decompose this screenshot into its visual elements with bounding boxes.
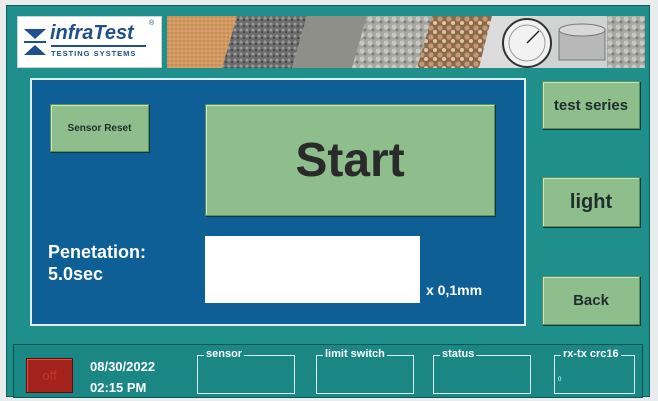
penetration-readout: Penetation: 5.0sec [48, 241, 146, 285]
penetration-depth-field[interactable] [205, 236, 420, 303]
app-frame: infraTest ® TESTING SYSTEMS Sensor Reset… [6, 5, 650, 398]
brand-logo: infraTest ® TESTING SYSTEMS [17, 16, 162, 68]
start-button[interactable]: Start [205, 104, 495, 216]
time-display: 02:15 PM [90, 380, 147, 395]
penetration-value: 5.0sec [48, 264, 104, 284]
rx-tx-crc16-group-label: rx-tx crc16 [561, 348, 621, 360]
material-samples-banner-icon [167, 16, 645, 68]
logo-name: infraTest [50, 22, 134, 44]
date-display: 08/30/2022 [90, 359, 156, 374]
logo-tagline: TESTING SYSTEMS [51, 49, 137, 58]
logo-registered-mark: ® [149, 20, 155, 27]
sensor-group-label: sensor [204, 348, 245, 360]
sensor-group: sensor [197, 348, 295, 394]
off-label: off [42, 368, 57, 383]
limit-switch-group-label: limit switch [323, 348, 387, 360]
status-bar: off 08/30/2022 02:15 PM sensor limit swi… [13, 344, 643, 398]
limit-switch-group: limit switch [316, 348, 414, 394]
logo-mark-icon [24, 29, 46, 55]
status-group-label: status [440, 348, 477, 360]
unit-label: x 0,1mm [426, 282, 483, 298]
penetration-label: Penetation: [48, 242, 147, 262]
test-series-button[interactable]: test series [542, 81, 640, 129]
header-banner [167, 16, 645, 68]
rx-tx-crc16-group: rx-tx crc16 0 [554, 348, 635, 394]
rx-tx-crc16-group-value: 0 [558, 377, 562, 383]
logo-underline [51, 45, 146, 47]
light-button[interactable]: light [542, 177, 640, 227]
back-button[interactable]: Back [542, 276, 640, 325]
main-panel: Sensor Reset Start Penetation: 5.0sec x … [30, 78, 526, 326]
sensor-reset-button[interactable]: Sensor Reset [50, 104, 149, 152]
status-group: status [433, 348, 531, 394]
power-off-button[interactable]: off [26, 358, 73, 393]
